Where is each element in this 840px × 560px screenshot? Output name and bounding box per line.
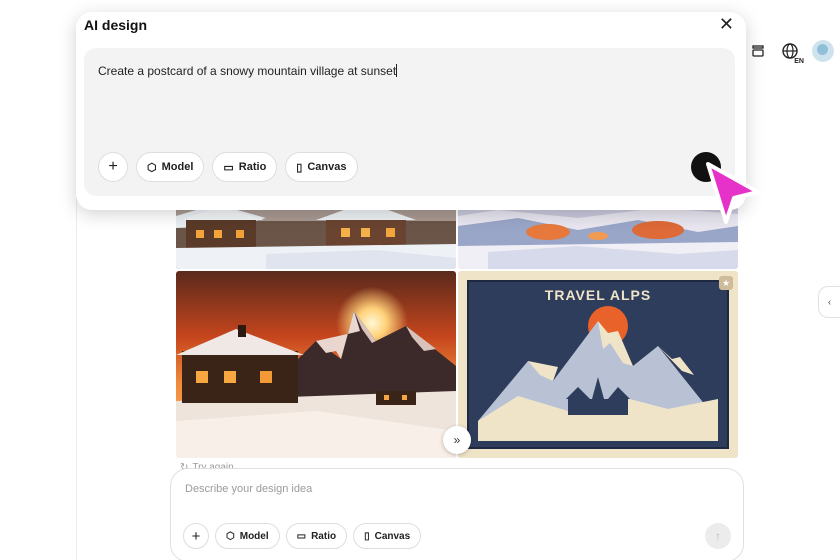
canvas-button[interactable]: ▯ Canvas <box>285 152 358 182</box>
close-icon[interactable]: ✕ <box>719 14 734 35</box>
plus-icon: + <box>191 527 201 545</box>
send-icon: ↑ <box>715 529 721 543</box>
composer-send-button[interactable]: ↑ <box>705 523 731 549</box>
canvas-icon: ▯ <box>296 161 303 174</box>
composer-canvas-label: Canvas <box>374 530 411 542</box>
plus-icon: + <box>108 158 118 175</box>
ai-design-dialog: AI design ✕ Create a postcard of a snowy… <box>76 12 746 210</box>
ratio-icon: ▭ <box>296 530 307 542</box>
add-button[interactable]: + <box>98 152 128 182</box>
collapse-panel-button[interactable]: ‹ <box>818 286 840 318</box>
composer-model-label: Model <box>239 530 269 542</box>
ratio-label: Ratio <box>238 161 267 173</box>
language-badge: EN <box>794 58 804 65</box>
composer-ratio-label: Ratio <box>311 530 337 542</box>
prompt-toolbar: + ⬡ Model ▭ Ratio ▯ Canvas <box>98 152 358 182</box>
poster-bottom-text: WINTER WONDERLAND <box>520 429 676 443</box>
composer-input[interactable]: Describe your design idea <box>185 483 312 495</box>
layers-icon[interactable] <box>748 41 768 61</box>
chevron-left-icon: ‹ <box>827 296 832 308</box>
ratio-button[interactable]: ▭ Ratio <box>212 152 278 182</box>
prompt-text: Create a postcard of a snowy mountain vi… <box>98 64 397 78</box>
composer-add-button[interactable]: + <box>183 523 209 549</box>
composer-canvas-button[interactable]: ▯ Canvas <box>353 523 422 549</box>
globe-icon[interactable]: EN <box>780 41 804 65</box>
canvas-icon: ▯ <box>364 530 370 542</box>
generated-image-3[interactable] <box>176 271 456 458</box>
design-composer: Describe your design idea + ⬡ Model ▭ Ra… <box>170 468 744 560</box>
canvas-label: Canvas <box>307 161 347 173</box>
ratio-icon: ▭ <box>223 161 234 174</box>
avatar[interactable] <box>812 40 834 62</box>
composer-model-button[interactable]: ⬡ Model <box>215 523 280 549</box>
dialog-title: AI design <box>84 17 148 33</box>
prompt-input[interactable]: Create a postcard of a snowy mountain vi… <box>84 48 735 196</box>
generated-images-grid: ★ TRAVEL ALPS WINTER WONDERLAND <box>176 196 738 458</box>
model-button[interactable]: ⬡ Model <box>136 152 205 182</box>
cube-icon: ⬡ <box>147 161 157 174</box>
composer-toolbar: + ⬡ Model ▭ Ratio ▯ Canvas <box>183 523 422 549</box>
poster-top-text: TRAVEL ALPS <box>544 287 652 303</box>
prompt-text-area[interactable]: Create a postcard of a snowy mountain vi… <box>98 64 398 78</box>
cube-icon: ⬡ <box>226 530 235 542</box>
pointer-cursor-icon <box>706 162 760 224</box>
model-label: Model <box>161 161 194 173</box>
double-chevron-down-icon: » <box>453 433 461 447</box>
text-caret <box>396 64 398 77</box>
composer-ratio-button[interactable]: ▭ Ratio <box>285 523 348 549</box>
top-right-toolbar: EN <box>748 40 834 65</box>
scroll-down-button[interactable]: » <box>443 426 471 454</box>
